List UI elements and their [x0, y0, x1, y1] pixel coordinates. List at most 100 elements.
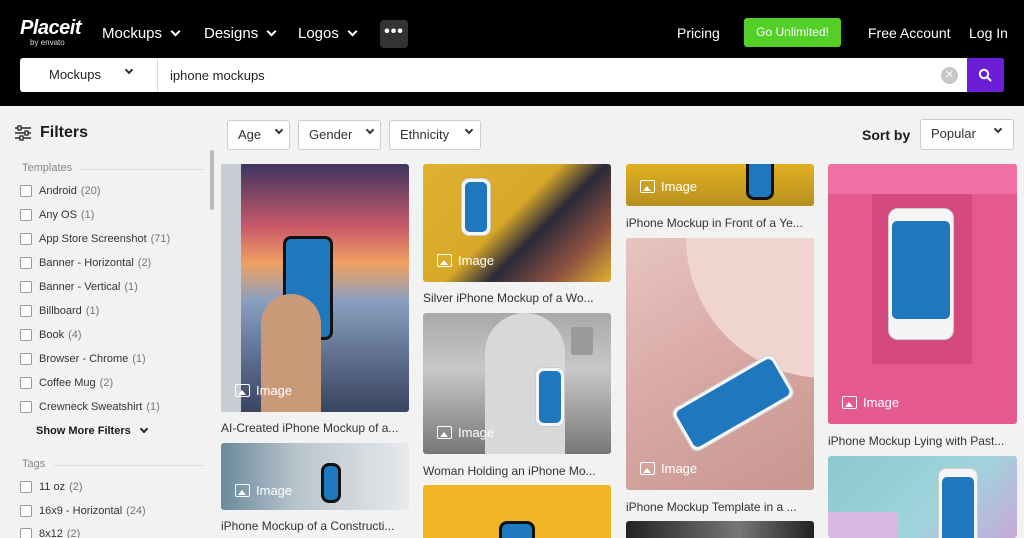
pricing-link[interactable]: Pricing: [677, 25, 720, 41]
filter-template-item[interactable]: App Store Screenshot (71): [20, 231, 170, 247]
gender-filter-label: Gender: [309, 127, 353, 142]
image-badge: Image: [235, 383, 292, 398]
filter-label: App Store Screenshot: [39, 233, 147, 245]
result-card[interactable]: [423, 485, 611, 538]
image-icon: [235, 384, 250, 397]
image-icon: [842, 396, 857, 409]
category-select[interactable]: Mockups: [20, 58, 158, 92]
result-caption[interactable]: Woman Holding an iPhone Mo...: [423, 464, 611, 478]
filter-template-item[interactable]: Banner - Vertical (1): [20, 279, 138, 295]
badge-label: Image: [661, 461, 698, 476]
clear-search-icon[interactable]: ✕: [941, 67, 958, 84]
more-menu-button[interactable]: •••: [380, 20, 408, 48]
checkbox[interactable]: [20, 185, 32, 197]
search-button[interactable]: [967, 58, 1004, 92]
sliders-icon: [15, 125, 31, 141]
chevron-down-icon: [347, 26, 358, 36]
filter-count: (24): [126, 505, 146, 517]
filter-template-item[interactable]: Any OS (1): [20, 207, 94, 223]
free-account-link[interactable]: Free Account: [868, 25, 951, 41]
checkbox[interactable]: [20, 528, 32, 538]
log-in-link[interactable]: Log In: [969, 25, 1008, 41]
chevron-down-icon: [464, 125, 474, 135]
filter-template-item[interactable]: Banner - Horizontal (2): [20, 255, 151, 271]
checkbox[interactable]: [20, 329, 32, 341]
checkbox[interactable]: [20, 353, 32, 365]
chevron-down-icon: [139, 424, 148, 434]
checkbox[interactable]: [20, 401, 32, 413]
image-icon: [640, 462, 655, 475]
nav-mockups[interactable]: Mockups: [102, 22, 181, 44]
logo-text: Placeit: [20, 17, 81, 39]
filter-count: (2): [99, 377, 114, 389]
result-card[interactable]: Image: [626, 164, 814, 206]
section-divider: [54, 465, 204, 466]
filter-label: 11 oz: [39, 481, 66, 493]
filter-template-item[interactable]: Billboard (1): [20, 303, 99, 319]
filter-count: (1): [146, 401, 160, 413]
result-card[interactable]: Image: [221, 164, 409, 412]
nav-logos[interactable]: Logos: [298, 22, 358, 44]
result-caption[interactable]: Silver iPhone Mockup of a Wo...: [423, 291, 611, 305]
filter-template-item[interactable]: Coffee Mug (2): [20, 375, 113, 391]
filter-count: (2): [69, 481, 83, 493]
result-caption[interactable]: iPhone Mockup Template in a ...: [626, 500, 814, 514]
filter-label: Banner - Horizontal: [39, 257, 134, 269]
checkbox[interactable]: [20, 281, 32, 293]
sidebar-scrollbar[interactable]: [210, 150, 214, 210]
placeit-logo[interactable]: Placeit by envato: [20, 18, 81, 47]
checkbox[interactable]: [20, 209, 32, 221]
gender-filter-dropdown[interactable]: Gender: [298, 120, 381, 150]
mug: [571, 327, 593, 355]
filter-template-item[interactable]: Book (4): [20, 327, 82, 343]
result-card[interactable]: Image: [626, 238, 814, 490]
filter-count: (1): [132, 353, 146, 365]
badge-label: Image: [256, 483, 293, 498]
result-card[interactable]: Image: [423, 164, 611, 282]
show-more-filters-button[interactable]: Show More Filters: [36, 424, 148, 437]
nav-designs[interactable]: Designs: [204, 22, 277, 44]
filter-tag-item[interactable]: 11 oz (2): [20, 479, 83, 495]
checkbox[interactable]: [20, 505, 32, 517]
checkbox[interactable]: [20, 377, 32, 389]
result-caption[interactable]: iPhone Mockup Lying with Past...: [828, 434, 1017, 448]
filter-template-item[interactable]: Browser - Chrome (1): [20, 351, 146, 367]
filter-tag-item[interactable]: 8x12 (2): [20, 526, 80, 538]
checkbox[interactable]: [20, 305, 32, 317]
badge-label: Image: [458, 425, 495, 440]
result-caption[interactable]: AI-Created iPhone Mockup of a...: [221, 421, 409, 435]
result-card[interactable]: Image: [423, 313, 611, 454]
checkbox[interactable]: [20, 481, 32, 493]
filter-label: Any OS: [39, 209, 77, 221]
result-card[interactable]: [626, 521, 814, 538]
phone-mockup: [746, 164, 774, 200]
checkbox[interactable]: [20, 257, 32, 269]
filter-template-item[interactable]: Android (20): [20, 183, 100, 199]
filters-heading[interactable]: Filters: [14, 124, 88, 142]
checkbox[interactable]: [20, 233, 32, 245]
result-card[interactable]: [828, 456, 1017, 538]
filter-label: Book: [39, 329, 65, 341]
chevron-down-icon: [993, 124, 1003, 134]
result-caption[interactable]: iPhone Mockup of a Constructi...: [221, 519, 409, 533]
result-card[interactable]: Image: [221, 443, 409, 510]
image-badge: Image: [640, 179, 697, 194]
result-caption[interactable]: iPhone Mockup in Front of a Ye...: [626, 216, 814, 230]
badge-label: Image: [661, 179, 698, 194]
ethnicity-filter-dropdown[interactable]: Ethnicity: [389, 120, 481, 150]
chevron-down-icon: [274, 125, 284, 135]
logo-subtext: by envato: [30, 38, 65, 47]
sort-dropdown[interactable]: Popular: [920, 119, 1014, 150]
age-filter-dropdown[interactable]: Age: [227, 120, 290, 150]
filter-tag-item[interactable]: 16x9 - Horizontal (24): [20, 503, 146, 519]
filter-template-item[interactable]: Crewneck Sweatshirt (1): [20, 399, 160, 415]
go-unlimited-button[interactable]: Go Unlimited!: [744, 18, 841, 47]
search-input[interactable]: [170, 58, 940, 92]
filters-title: Filters: [40, 124, 89, 141]
filter-label: 16x9 - Horizontal: [39, 505, 123, 517]
result-card[interactable]: Image: [828, 164, 1017, 424]
window-frame: [221, 164, 241, 412]
sort-value: Popular: [931, 126, 976, 141]
filter-count: (1): [85, 305, 100, 317]
phone-mockup: [535, 367, 565, 427]
